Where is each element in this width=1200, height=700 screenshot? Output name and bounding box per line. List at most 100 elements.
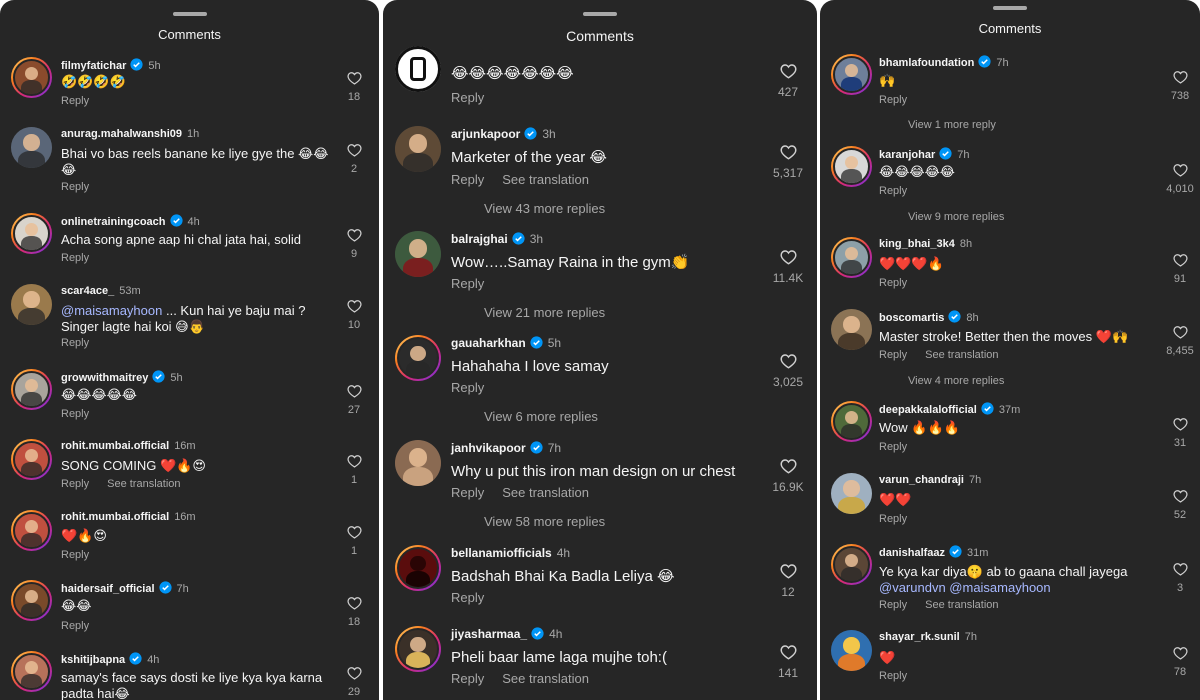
avatar[interactable] <box>11 57 52 98</box>
like-button[interactable]: 29 <box>340 666 368 698</box>
view-more-replies[interactable]: View 43 more replies <box>452 201 605 216</box>
avatar[interactable] <box>395 46 441 92</box>
mention-link[interactable]: @maisamayhoon <box>61 303 162 318</box>
comment-username[interactable]: bhamlafoundation 7h <box>879 55 1009 69</box>
mention-links[interactable]: @varundvn @maisamayhoon <box>879 580 1051 595</box>
avatar[interactable] <box>11 580 52 621</box>
comment-username[interactable]: onlinetrainingcoach 4h <box>61 214 200 228</box>
like-button[interactable]: 3,025 <box>768 353 808 389</box>
like-button[interactable]: 738 <box>1163 70 1197 102</box>
see-translation-button[interactable]: See translation <box>502 485 589 500</box>
like-button[interactable]: 78 <box>1163 646 1197 678</box>
view-more-replies[interactable]: View 6 more replies <box>452 409 598 424</box>
avatar[interactable] <box>11 651 52 692</box>
reply-button[interactable]: Reply <box>61 95 89 107</box>
comment-username[interactable]: balrajghai 3h <box>451 232 543 246</box>
avatar[interactable] <box>395 126 441 172</box>
reply-button[interactable]: Reply <box>879 599 907 611</box>
view-more-replies[interactable]: View 9 more replies <box>882 211 1004 223</box>
like-button[interactable]: 1 <box>340 454 368 486</box>
avatar[interactable] <box>831 630 872 671</box>
view-more-replies[interactable]: View 4 more replies <box>882 375 1004 387</box>
view-more-replies[interactable]: View 58 more replies <box>452 514 605 529</box>
reply-button[interactable]: Reply <box>879 277 907 289</box>
like-button[interactable]: 9 <box>340 228 368 260</box>
see-translation-button[interactable]: See translation <box>107 478 180 490</box>
like-button[interactable]: 31 <box>1163 417 1197 449</box>
comment-username[interactable]: varun_chandraji 7h <box>879 474 981 486</box>
comment-username[interactable]: kshitijbapna 4h <box>61 652 159 666</box>
avatar[interactable] <box>11 127 52 168</box>
like-button[interactable]: 18 <box>340 71 368 103</box>
reply-button[interactable]: Reply <box>451 485 484 500</box>
like-button[interactable]: 27 <box>340 384 368 416</box>
view-more-replies[interactable]: View 21 more replies <box>452 305 605 320</box>
like-button[interactable]: 10 <box>340 299 368 331</box>
see-translation-button[interactable]: See translation <box>502 172 589 187</box>
avatar[interactable] <box>11 439 52 480</box>
like-button[interactable]: 5,317 <box>768 144 808 180</box>
reply-button[interactable]: Reply <box>451 90 484 105</box>
reply-button[interactable]: Reply <box>879 185 907 197</box>
like-button[interactable]: 4,010 <box>1163 163 1197 195</box>
like-button[interactable]: 8,455 <box>1163 325 1197 357</box>
comment-username[interactable]: jiyasharmaa_ 4h <box>451 627 562 641</box>
avatar[interactable] <box>831 54 872 95</box>
comment-username[interactable]: gauaharkhan 5h <box>451 336 561 350</box>
see-translation-button[interactable]: See translation <box>925 599 998 611</box>
comment-username[interactable]: king_bhai_3k4 8h <box>879 238 972 250</box>
avatar[interactable] <box>11 369 52 410</box>
reply-button[interactable]: Reply <box>61 478 89 490</box>
comment-username[interactable]: scar4ace_ 53m <box>61 285 141 297</box>
reply-button[interactable]: Reply <box>451 380 484 395</box>
reply-button[interactable]: Reply <box>451 276 484 291</box>
avatar[interactable] <box>395 335 441 381</box>
like-button[interactable]: 427 <box>768 63 808 99</box>
reply-button[interactable]: Reply <box>451 172 484 187</box>
avatar[interactable] <box>11 284 52 325</box>
comment-username[interactable]: boscomartis 8h <box>879 310 979 324</box>
see-translation-button[interactable]: See translation <box>502 671 589 686</box>
like-button[interactable]: 16.9K <box>768 458 808 494</box>
avatar[interactable] <box>395 626 441 672</box>
like-button[interactable]: 141 <box>768 644 808 680</box>
reply-button[interactable]: Reply <box>879 94 907 106</box>
drag-handle[interactable] <box>993 6 1027 10</box>
reply-button[interactable]: Reply <box>61 337 89 349</box>
view-more-replies[interactable]: View 1 more reply <box>882 119 996 131</box>
reply-button[interactable]: Reply <box>61 252 89 264</box>
avatar[interactable] <box>831 401 872 442</box>
comment-username[interactable]: bellanamiofficials 4h <box>451 546 570 560</box>
drag-handle[interactable] <box>172 12 207 16</box>
drag-handle[interactable] <box>583 12 617 16</box>
comment-username[interactable]: rohit.mumbai.official 16m <box>61 440 196 452</box>
see-translation-button[interactable]: See translation <box>925 349 998 361</box>
comment-username[interactable]: shayar_rk.sunil 7h <box>879 631 977 643</box>
like-button[interactable]: 52 <box>1163 489 1197 521</box>
avatar[interactable] <box>11 213 52 254</box>
avatar[interactable] <box>395 545 441 591</box>
reply-button[interactable]: Reply <box>451 671 484 686</box>
like-button[interactable]: 91 <box>1163 253 1197 285</box>
like-button[interactable]: 18 <box>340 596 368 628</box>
comment-username[interactable]: arjunkapoor 3h <box>451 127 556 141</box>
avatar[interactable] <box>831 544 872 585</box>
reply-button[interactable]: Reply <box>61 620 89 632</box>
comment-username[interactable]: anurag.mahalwanshi09 1h <box>61 128 199 140</box>
reply-button[interactable]: Reply <box>879 349 907 361</box>
like-button[interactable]: 12 <box>768 563 808 599</box>
comment-username[interactable]: danishalfaaz 31m <box>879 545 988 559</box>
avatar[interactable] <box>395 231 441 277</box>
avatar[interactable] <box>831 309 872 350</box>
avatar[interactable] <box>395 440 441 486</box>
avatar[interactable] <box>831 146 872 187</box>
reply-button[interactable]: Reply <box>451 590 484 605</box>
comment-username[interactable]: karanjohar 7h <box>879 147 970 161</box>
reply-button[interactable]: Reply <box>61 408 89 420</box>
comment-username[interactable]: growwithmaitrey 5h <box>61 370 183 384</box>
reply-button[interactable]: Reply <box>879 441 907 453</box>
reply-button[interactable]: Reply <box>879 513 907 525</box>
comment-username[interactable]: janhvikapoor 7h <box>451 441 561 455</box>
like-button[interactable]: 11.4K <box>768 249 808 285</box>
comment-username[interactable]: deepakkalalofficial 37m <box>879 402 1020 416</box>
